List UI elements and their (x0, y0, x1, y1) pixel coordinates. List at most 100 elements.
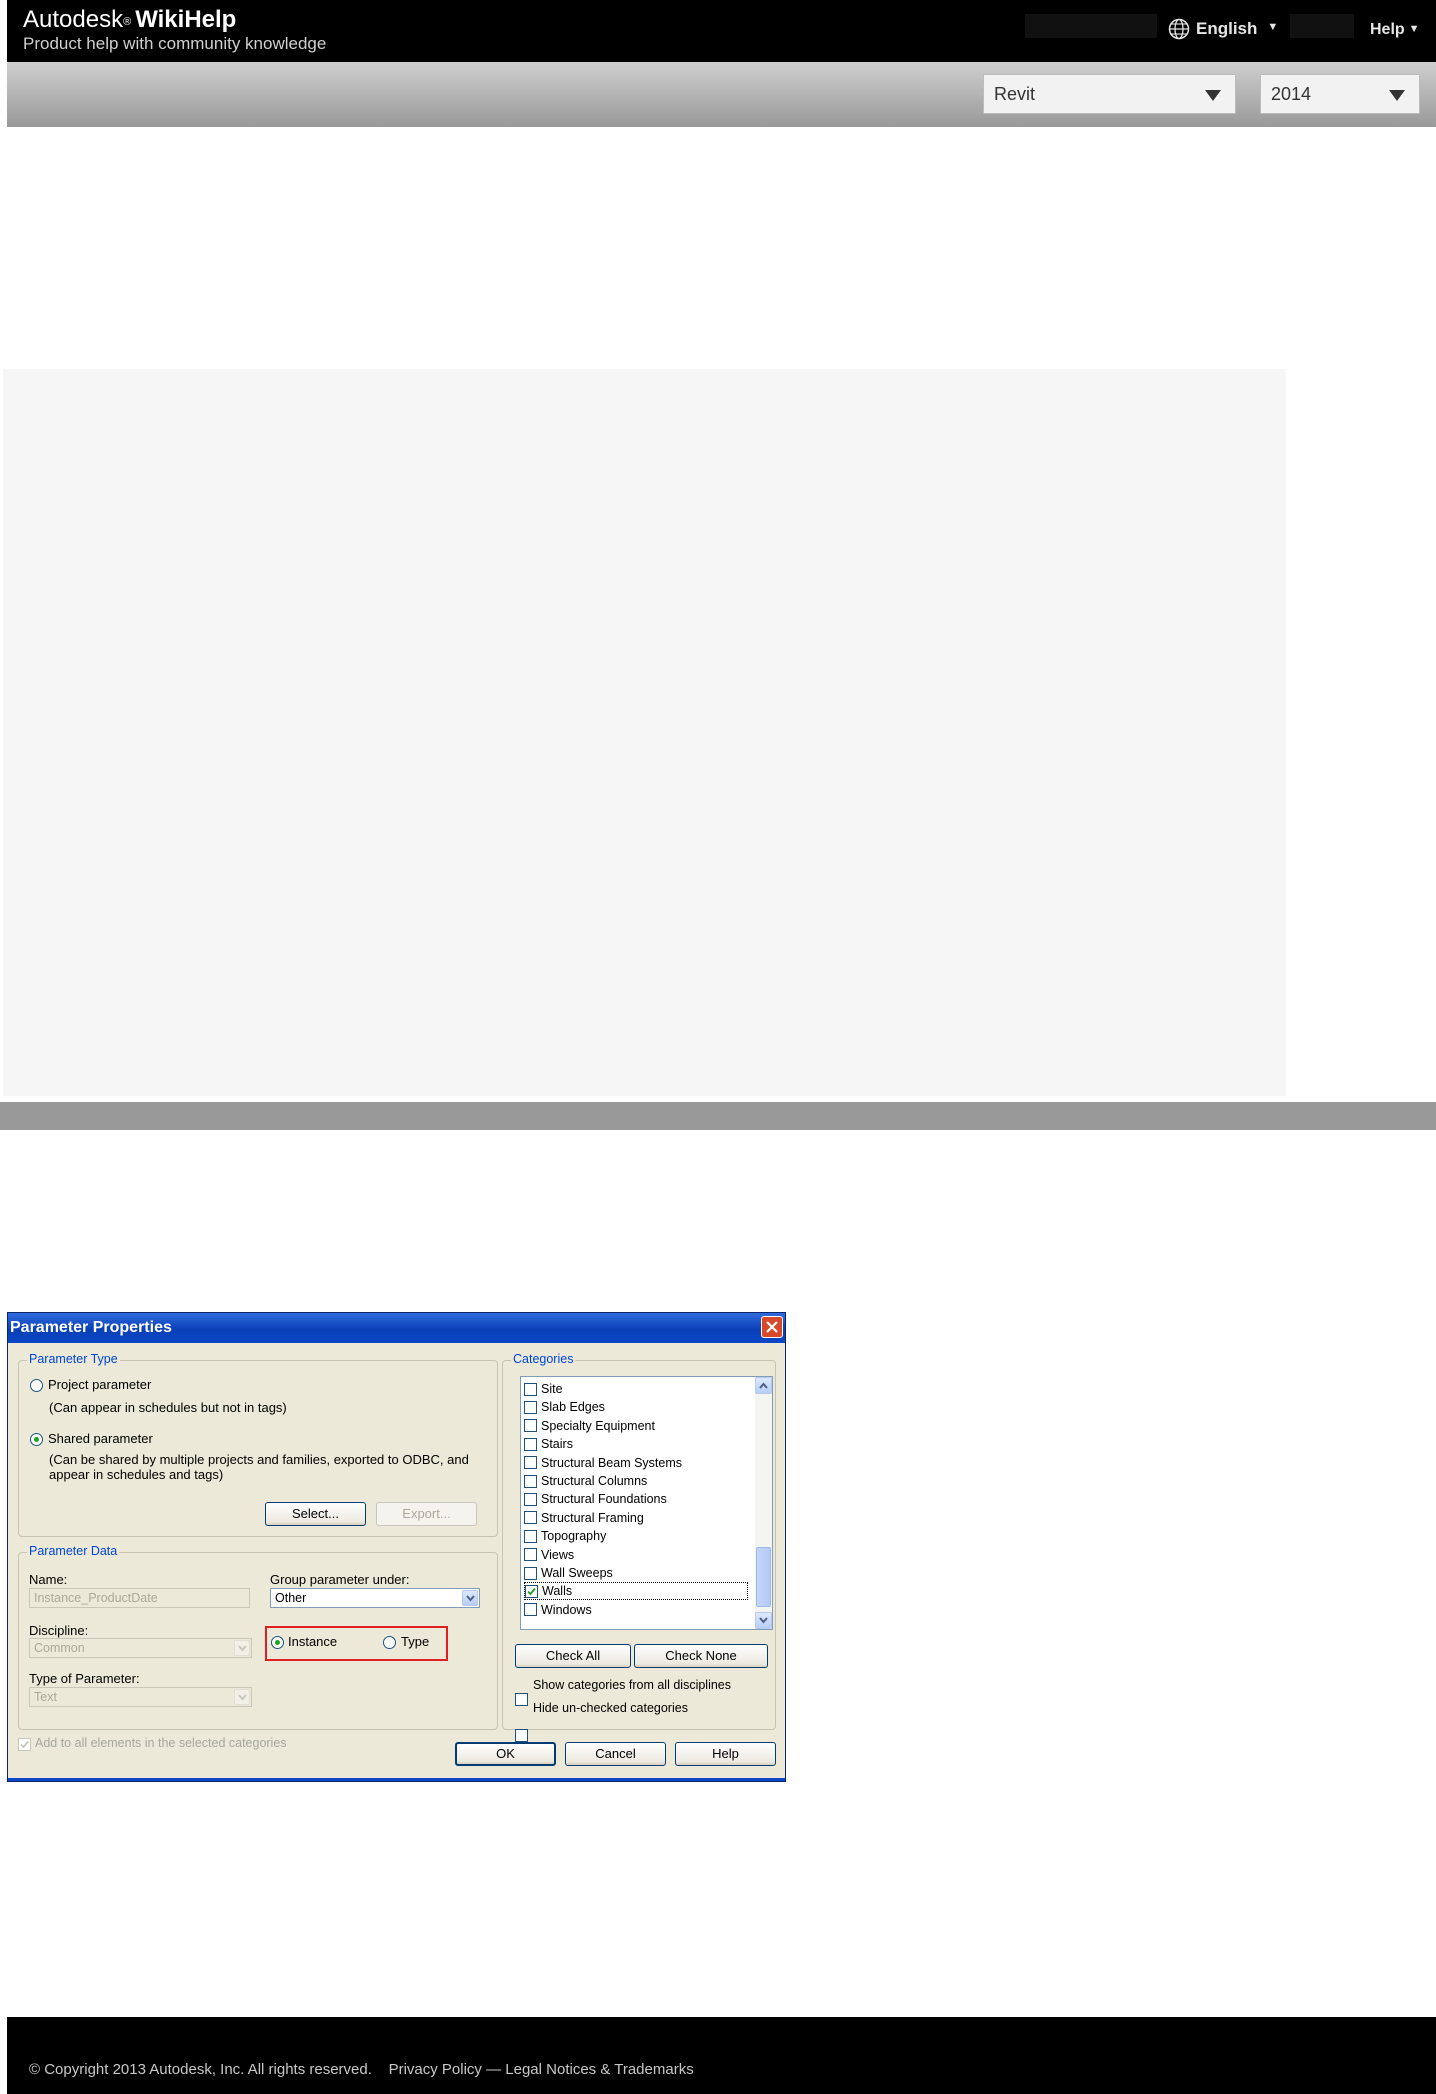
site-footer: © Copyright 2013 Autodesk, Inc. All righ… (7, 2017, 1436, 2094)
hide-unchecked-label: Hide un-checked categories (533, 1701, 688, 1715)
globe-icon (1168, 18, 1190, 40)
category-checkbox[interactable] (524, 1400, 537, 1414)
category-item[interactable]: Windows (524, 1601, 748, 1619)
type-label: Type (401, 1634, 430, 1649)
category-checkbox[interactable] (524, 1456, 537, 1470)
help-label: Help (1370, 21, 1405, 38)
chevron-down-icon (234, 1689, 250, 1705)
dialog-bottom-edge (8, 1778, 785, 1781)
category-item[interactable]: Views (524, 1546, 748, 1564)
chevron-down-icon: ▼ (1267, 21, 1279, 33)
product-select[interactable]: Revit (983, 74, 1236, 114)
hide-unchecked-checkbox[interactable] (515, 1729, 528, 1742)
help-button[interactable]: Help (675, 1742, 776, 1766)
dropdown-arrow-icon (1205, 90, 1221, 101)
category-item[interactable]: Stairs (524, 1435, 748, 1453)
category-item[interactable]: Topography (524, 1527, 748, 1545)
categories-scrollbar[interactable] (755, 1377, 772, 1629)
product-bar: Revit 2014 (7, 62, 1436, 127)
brand-name: Autodesk (23, 6, 124, 33)
project-parameter-description: (Can appear in schedules but not in tags… (49, 1400, 287, 1415)
category-label: Site (541, 1382, 563, 1396)
show-all-disciplines-checkbox[interactable] (515, 1693, 528, 1706)
close-button[interactable] (761, 1316, 783, 1338)
category-label: Structural Beam Systems (541, 1455, 683, 1470)
show-all-disciplines-label: Show categories from all disciplines (533, 1678, 732, 1692)
add-to-all-checkbox[interactable] (18, 1738, 31, 1751)
discipline-value: Common (34, 1641, 85, 1655)
category-item[interactable]: Slab Edges (524, 1398, 748, 1416)
category-label: Windows (541, 1602, 592, 1617)
categories-list[interactable]: Site Slab Edges Specialty Equipment Stairs S… (520, 1376, 773, 1630)
category-item[interactable]: Site (524, 1380, 748, 1398)
parameter-data-title: Parameter Data (27, 1544, 120, 1558)
ok-button[interactable]: OK (455, 1742, 556, 1766)
export-button[interactable]: Export... (376, 1502, 477, 1526)
parameter-type-title: Parameter Type (27, 1352, 120, 1366)
instance-label: Instance (288, 1634, 338, 1649)
brand-registered-mark: ® (123, 16, 132, 28)
privacy-policy-link[interactable]: Privacy Policy (389, 2061, 482, 2078)
check-icon (20, 1740, 29, 1749)
category-checkbox[interactable] (524, 1529, 537, 1543)
dialog-titlebar[interactable]: Parameter Properties (8, 1313, 785, 1343)
check-all-button[interactable]: Check All (515, 1644, 631, 1668)
brand-product: WikiHelp (135, 6, 237, 33)
category-item[interactable]: Specialty Equipment (524, 1417, 748, 1435)
version-select[interactable]: 2014 (1260, 74, 1420, 114)
category-label: Slab Edges (541, 1400, 605, 1415)
category-item[interactable]: Structural Columns (524, 1472, 748, 1490)
help-menu[interactable]: Help ▼ (1370, 21, 1420, 39)
type-of-parameter-combo[interactable]: Text (29, 1687, 252, 1707)
group-parameter-combo[interactable]: Other (270, 1588, 480, 1608)
cancel-button[interactable]: Cancel (565, 1742, 666, 1766)
category-checkbox[interactable] (524, 1437, 537, 1451)
brand-logo[interactable]: Autodesk® WikiHelp Product help with comm… (23, 6, 326, 54)
scroll-thumb[interactable] (756, 1547, 771, 1607)
category-label: Structural Columns (541, 1474, 648, 1488)
category-checkbox[interactable] (524, 1492, 537, 1506)
category-item[interactable]: Structural Framing (524, 1509, 748, 1527)
legal-notices-link[interactable]: Legal Notices & Trademarks (505, 2061, 693, 2078)
discipline-combo[interactable]: Common (29, 1638, 252, 1658)
category-item[interactable]: Wall Sweeps (524, 1564, 748, 1582)
category-checkbox[interactable] (524, 1603, 537, 1617)
category-checkbox[interactable] (524, 1511, 537, 1525)
product-select-value: Revit (994, 83, 1036, 104)
close-icon (766, 1321, 778, 1333)
language-selector[interactable]: English ▼ (1168, 18, 1278, 40)
header-user-box (1290, 14, 1354, 38)
scroll-up-button[interactable] (755, 1377, 772, 1394)
category-item[interactable]: Structural Foundations (524, 1490, 748, 1508)
check-none-button[interactable]: Check None (634, 1644, 768, 1668)
category-checkbox[interactable] (525, 1584, 538, 1598)
category-checkbox[interactable] (524, 1566, 537, 1580)
category-label: Topography (541, 1529, 607, 1544)
project-parameter-label: Project parameter (48, 1377, 152, 1392)
chevron-down-icon: ▼ (1408, 23, 1420, 35)
select-button[interactable]: Select... (265, 1502, 366, 1526)
category-checkbox[interactable] (524, 1419, 537, 1433)
category-checkbox[interactable] (524, 1474, 537, 1488)
name-field[interactable]: Instance_ProductDate (29, 1588, 250, 1608)
name-label: Name: (29, 1572, 68, 1587)
chevron-down-icon (234, 1640, 250, 1656)
instance-radio[interactable] (271, 1636, 284, 1649)
shared-parameter-radio[interactable] (30, 1433, 43, 1446)
category-item[interactable]: Walls (524, 1582, 748, 1601)
check-icon (527, 1587, 536, 1596)
scroll-down-button[interactable] (755, 1612, 772, 1629)
project-parameter-radio[interactable] (30, 1379, 43, 1392)
category-item[interactable]: Structural Beam Systems (524, 1454, 748, 1472)
header-search-box (1025, 14, 1157, 38)
type-radio[interactable] (383, 1636, 396, 1649)
chevron-down-icon[interactable] (462, 1590, 478, 1606)
language-label: English (1196, 19, 1258, 38)
category-label: Structural Foundations (541, 1492, 667, 1507)
group-parameter-value: Other (275, 1591, 307, 1605)
category-checkbox[interactable] (524, 1382, 537, 1396)
category-label: Structural Framing (541, 1510, 644, 1525)
category-checkbox[interactable] (524, 1548, 537, 1562)
category-label: Wall Sweeps (541, 1566, 613, 1580)
content-panel (3, 369, 1286, 1096)
